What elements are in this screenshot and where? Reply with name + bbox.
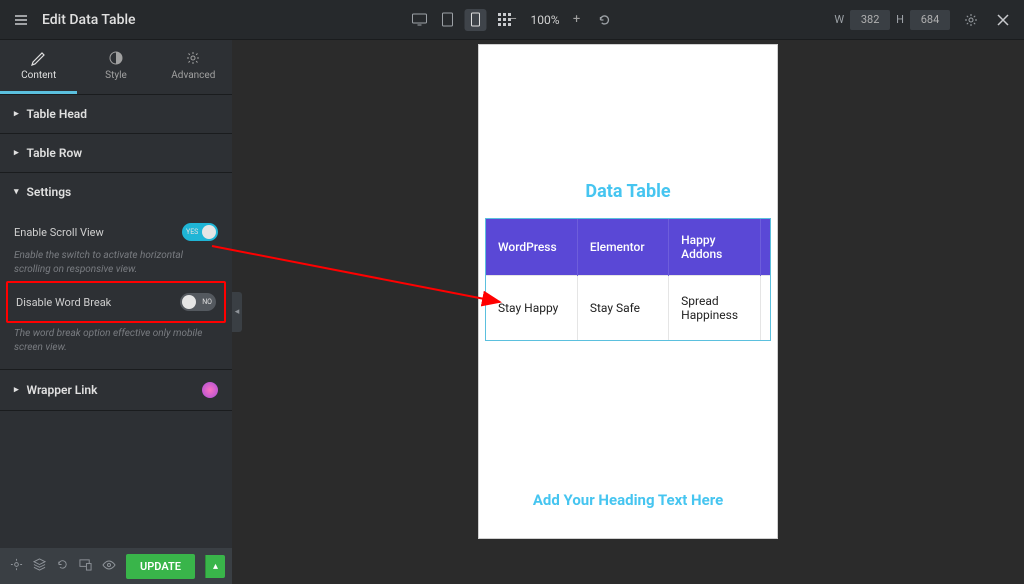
switch-knob — [182, 295, 196, 309]
editor-topbar: Edit Data Table − 100% + W H — [0, 0, 1024, 40]
word-break-switch[interactable]: NO — [180, 293, 216, 311]
switch-no-label: NO — [202, 298, 212, 306]
table-cell: Stay Happy — [486, 276, 577, 341]
sidebar-footer: UPDATE ▴ — [0, 548, 232, 584]
table-cell: Stay Safe — [577, 276, 668, 341]
zoom-out-icon[interactable]: − — [502, 9, 524, 31]
settings-header[interactable]: ▾ Settings — [0, 173, 232, 211]
tab-label: Advanced — [171, 70, 215, 81]
table-header-cell: WordPress — [486, 219, 577, 276]
annotation-highlight: Disable Word Break NO — [6, 281, 226, 323]
width-label: W — [834, 13, 844, 26]
history-icon[interactable] — [56, 558, 69, 574]
section-settings: ▾ Settings Enable Scroll View YES Enable … — [0, 173, 232, 370]
tab-label: Style — [105, 70, 127, 81]
control-description: The word break option effective only mob… — [14, 327, 218, 355]
update-button[interactable]: UPDATE — [126, 554, 195, 579]
table-header-cell: Elementor — [577, 219, 668, 276]
height-input[interactable] — [910, 10, 950, 30]
table-cell: Spread Happiness — [669, 276, 760, 341]
table-header-row: WordPress Elementor Happy Addons — [486, 219, 770, 276]
section-title: Wrapper Link — [27, 383, 98, 397]
navigator-icon[interactable] — [33, 558, 46, 574]
chevron-right-icon: ▸ — [14, 148, 19, 158]
tab-content[interactable]: Content — [0, 40, 77, 94]
zoom-level: 100% — [530, 13, 559, 27]
preview-icon[interactable] — [102, 559, 116, 573]
chevron-right-icon: ▸ — [14, 385, 19, 395]
responsive-mode-icon[interactable] — [79, 558, 92, 574]
section-table-row[interactable]: ▸ Table Row — [0, 134, 232, 173]
mobile-device-frame: Data Table WordPress Elementor Happy Add… — [478, 44, 778, 539]
heading-widget-placeholder[interactable]: Add Your Heading Text Here — [485, 491, 771, 509]
preview-canvas: Data Table WordPress Elementor Happy Add… — [232, 40, 1024, 584]
chevron-right-icon: ▸ — [14, 109, 19, 119]
editor-sidebar: Content Style Advanced ▸ Table Head ▸ Tabl… — [0, 40, 232, 584]
general-settings-icon[interactable] — [10, 558, 23, 574]
section-wrapper-link[interactable]: ▸ Wrapper Link — [0, 370, 232, 411]
switch-yes-label: YES — [186, 228, 198, 236]
topbar-left: Edit Data Table — [10, 9, 136, 31]
height-label: H — [896, 13, 904, 26]
section-title: Table Head — [27, 107, 87, 121]
desktop-icon[interactable] — [408, 9, 430, 31]
tab-label: Content — [21, 70, 56, 81]
tablet-icon[interactable] — [436, 9, 458, 31]
section-title: Settings — [27, 185, 72, 199]
hamburger-icon[interactable] — [10, 9, 32, 31]
data-table-widget[interactable]: WordPress Elementor Happy Addons Stay Ha… — [485, 218, 771, 341]
table-cell — [760, 276, 770, 341]
width-input[interactable] — [850, 10, 890, 30]
table-header-cell: Happy Addons — [669, 219, 760, 276]
settings-icon[interactable] — [960, 9, 982, 31]
wrapper-link-badge-icon — [202, 382, 218, 398]
responsive-controls: − 100% + — [408, 9, 615, 31]
control-label: Disable Word Break — [16, 296, 111, 309]
reset-zoom-icon[interactable] — [594, 9, 616, 31]
scroll-view-switch[interactable]: YES — [182, 223, 218, 241]
tab-style[interactable]: Style — [77, 40, 154, 94]
zoom-in-icon[interactable]: + — [566, 9, 588, 31]
panel-title: Edit Data Table — [42, 12, 136, 28]
mobile-icon[interactable] — [464, 9, 486, 31]
control-label: Enable Scroll View — [14, 226, 104, 239]
table-header-cell — [760, 219, 770, 276]
control-description: Enable the switch to activate horizontal… — [14, 249, 218, 277]
topbar-right: W H — [834, 9, 1014, 31]
close-icon[interactable] — [992, 9, 1014, 31]
section-table-head[interactable]: ▸ Table Head — [0, 95, 232, 134]
panel-tabs: Content Style Advanced — [0, 40, 232, 95]
table-row: Stay Happy Stay Safe Spread Happiness — [486, 276, 770, 341]
widget-title: Data Table — [485, 181, 771, 202]
tab-advanced[interactable]: Advanced — [155, 40, 232, 94]
update-options-button[interactable]: ▴ — [205, 555, 225, 578]
switch-knob — [202, 225, 216, 239]
section-title: Table Row — [27, 146, 83, 160]
chevron-down-icon: ▾ — [14, 187, 19, 197]
